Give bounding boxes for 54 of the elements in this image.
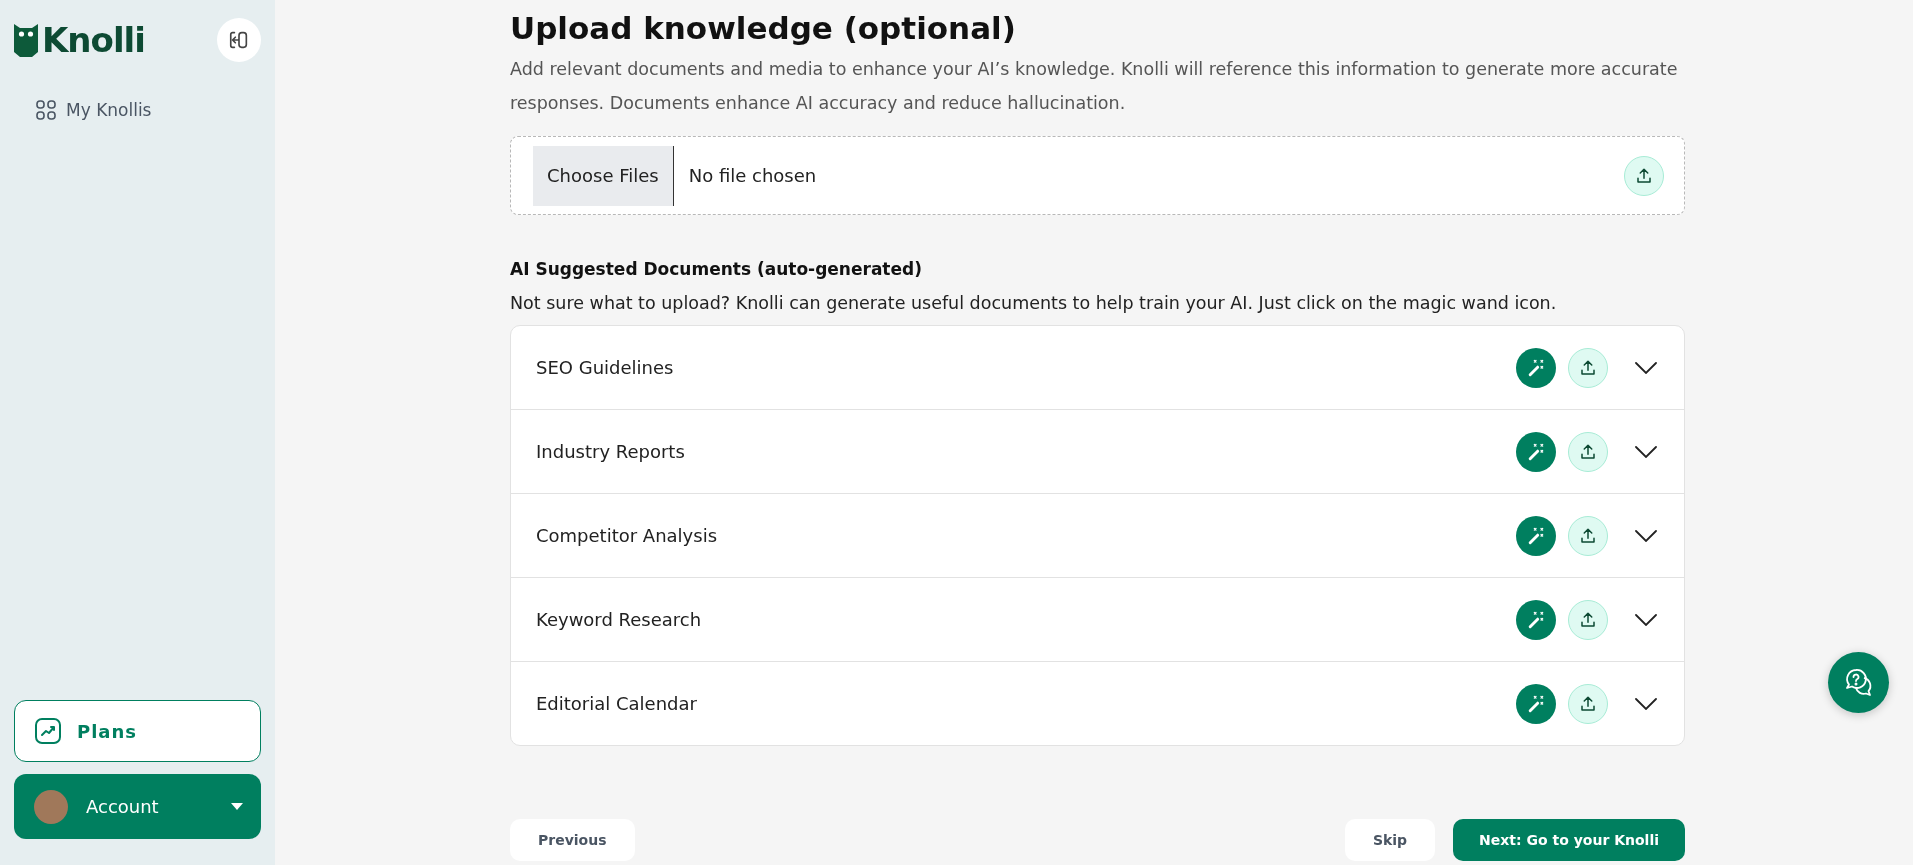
generate-button[interactable] [1516, 683, 1556, 724]
choose-files-button[interactable]: Choose Files [533, 145, 674, 206]
trend-chart-icon [35, 718, 61, 744]
chevron-icon [1635, 361, 1657, 374]
collapse-sidebar-button[interactable] [217, 18, 261, 62]
previous-button[interactable]: Previous [510, 819, 635, 861]
grid-icon [36, 100, 56, 120]
avatar-placeholder [34, 789, 68, 824]
chevron-icon [1635, 529, 1657, 542]
skip-button[interactable]: Skip [1344, 819, 1436, 861]
chevron-icon [1635, 697, 1657, 710]
next-button[interactable]: Next: Go to your Knolli [1453, 819, 1685, 861]
magic-wand-icon [1526, 441, 1546, 462]
magic-wand-icon [1526, 525, 1546, 546]
help-chat-button[interactable] [1828, 652, 1889, 713]
section-hint: Not sure what to upload? Knolli can generate useful documents to help train your AI. Just click on the magic wand icon. [510, 293, 1558, 313]
upload-button[interactable] [1568, 431, 1608, 472]
generate-button[interactable] [1516, 431, 1556, 472]
document-row[interactable]: Keyword Research [511, 577, 1684, 661]
logo-text: Knolli [42, 20, 145, 60]
upload-button[interactable] [1568, 347, 1608, 388]
document-row[interactable]: Industry Reports [511, 409, 1684, 493]
magic-wand-icon [1526, 609, 1546, 630]
upload-button[interactable] [1568, 515, 1608, 556]
account-button[interactable]: Account [14, 774, 261, 839]
caret-icon [231, 803, 243, 810]
upload-button[interactable] [1568, 683, 1608, 724]
file-upload-field[interactable]: Choose Files No file chosen [510, 136, 1685, 215]
upload-icon [1579, 442, 1597, 461]
upload-button[interactable] [1624, 155, 1664, 196]
owl-logo-icon [14, 23, 38, 57]
collapse-icon [228, 29, 250, 51]
upload-icon [1579, 610, 1597, 629]
generate-button[interactable] [1516, 347, 1556, 388]
chevron-icon [1635, 613, 1657, 626]
section-heading: AI Suggested Documents (auto-generated) [510, 259, 923, 279]
magic-wand-icon [1526, 693, 1546, 714]
document-row[interactable]: Competitor Analysis [511, 493, 1684, 577]
upload-button[interactable] [1568, 599, 1608, 640]
page-title: Upload knowledge (optional) [510, 10, 1017, 46]
upload-icon [1579, 526, 1597, 545]
document-row[interactable]: Editorial Calendar [511, 661, 1684, 745]
generate-button[interactable] [1516, 599, 1556, 640]
upload-icon [1579, 694, 1597, 713]
chevron-icon [1635, 445, 1657, 458]
upload-icon [1579, 358, 1597, 377]
plans-button[interactable]: Plans [14, 700, 261, 762]
file-status: No file chosen [688, 165, 818, 186]
magic-wand-icon [1526, 357, 1546, 378]
page-description: Add relevant documents and media to enhance your AI’s knowledge. Knolli will reference this information to generate more accurate responses. Documents enhance AI accuracy and reduce hallucination. [510, 58, 1679, 115]
document-row[interactable]: SEO Guidelines [511, 326, 1684, 409]
upload-icon [1635, 166, 1653, 185]
generate-button[interactable] [1516, 515, 1556, 556]
nav-item[interactable]: My Knollis [30, 96, 158, 124]
